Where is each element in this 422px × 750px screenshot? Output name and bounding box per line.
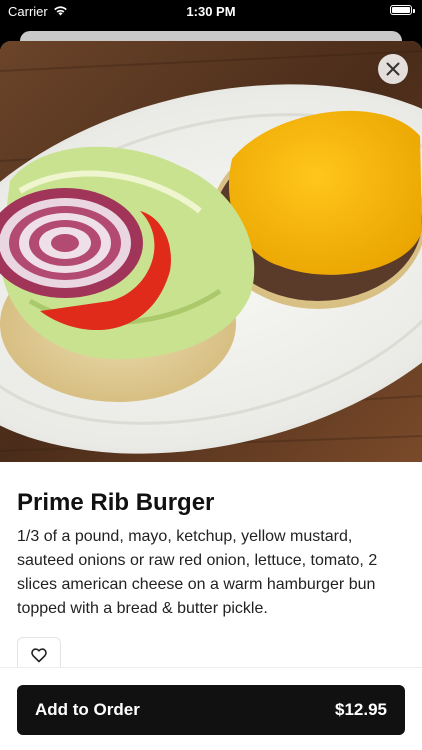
burger-photo [0, 41, 422, 462]
add-to-order-label: Add to Order [35, 700, 140, 719]
screen: Carrier 1:30 PM Prime Rib Burger 1/3 of … [0, 0, 422, 750]
close-icon [386, 62, 400, 76]
item-detail-sheet: Prime Rib Burger 1/3 of a pound, mayo, k… [0, 41, 422, 750]
item-price: $12.95 [335, 700, 387, 719]
battery-tip [413, 9, 415, 13]
battery-fill [392, 7, 410, 13]
item-title: Prime Rib Burger [17, 489, 215, 516]
close-button[interactable] [378, 54, 408, 84]
status-bar: Carrier 1:30 PM [0, 0, 422, 22]
heart-icon [31, 647, 47, 662]
battery-icon [390, 5, 412, 15]
burger-illustration [0, 41, 422, 462]
add-to-order-button[interactable]: Add to Order $12.95 [17, 685, 405, 735]
order-footer: Add to Order $12.95 [0, 667, 422, 750]
status-time: 1:30 PM [186, 4, 236, 19]
item-description: 1/3 of a pound, mayo, ketchup, yellow mu… [17, 528, 378, 617]
